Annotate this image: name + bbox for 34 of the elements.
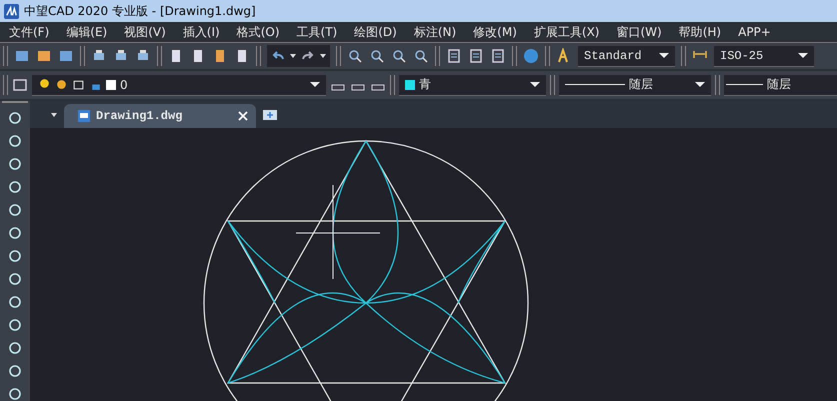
menu-item[interactable]: APP+ [738,25,771,39]
menu-item[interactable]: 窗口(W) [616,24,662,40]
caret-icon[interactable] [319,52,327,60]
color-swatch [106,80,116,90]
menu-item[interactable]: 修改(M) [473,24,517,40]
circle-icon[interactable] [7,248,23,264]
document-tab[interactable]: Drawing1.dwg [64,104,256,128]
caret-icon[interactable] [289,52,297,60]
linetype-dropdown[interactable]: 随层 [559,74,711,96]
menu-item[interactable]: 帮助(H) [678,24,722,40]
window-title: 中望CAD 2020 专业版 - [Drawing1.dwg] [24,2,256,20]
menu-item[interactable]: 绘图(D) [354,24,397,40]
color-dropdown[interactable]: 青 [399,74,546,96]
document-icon[interactable] [490,48,506,64]
frame-icon[interactable] [72,78,85,91]
menu-item[interactable]: 编辑(E) [66,24,108,40]
menu-item[interactable]: 文件(F) [9,24,50,40]
app-logo-icon [4,4,19,18]
caret-icon[interactable] [50,110,58,118]
lineweight-dropdown[interactable]: 随层 [724,74,837,96]
menu-item[interactable]: 视图(V) [124,24,166,40]
layer-dropdown[interactable]: 0 [32,74,326,96]
ellipse-icon[interactable] [7,317,23,333]
file-icon [76,108,92,124]
new-tab-icon[interactable] [262,108,278,120]
menu-item[interactable]: 工具(T) [296,24,338,40]
text-style-dropdown[interactable]: Standard [578,46,675,66]
zoom-icon[interactable] [369,48,385,64]
dimension-style-dropdown[interactable]: ISO-25 [714,46,814,66]
close-icon[interactable] [238,111,248,121]
menu-item[interactable]: 扩展工具(X) [534,24,600,40]
menu-item[interactable]: 格式(O) [236,24,280,40]
menu-item[interactable]: 插入(I) [182,24,220,40]
menu-item[interactable]: 标注(N) [414,24,456,40]
